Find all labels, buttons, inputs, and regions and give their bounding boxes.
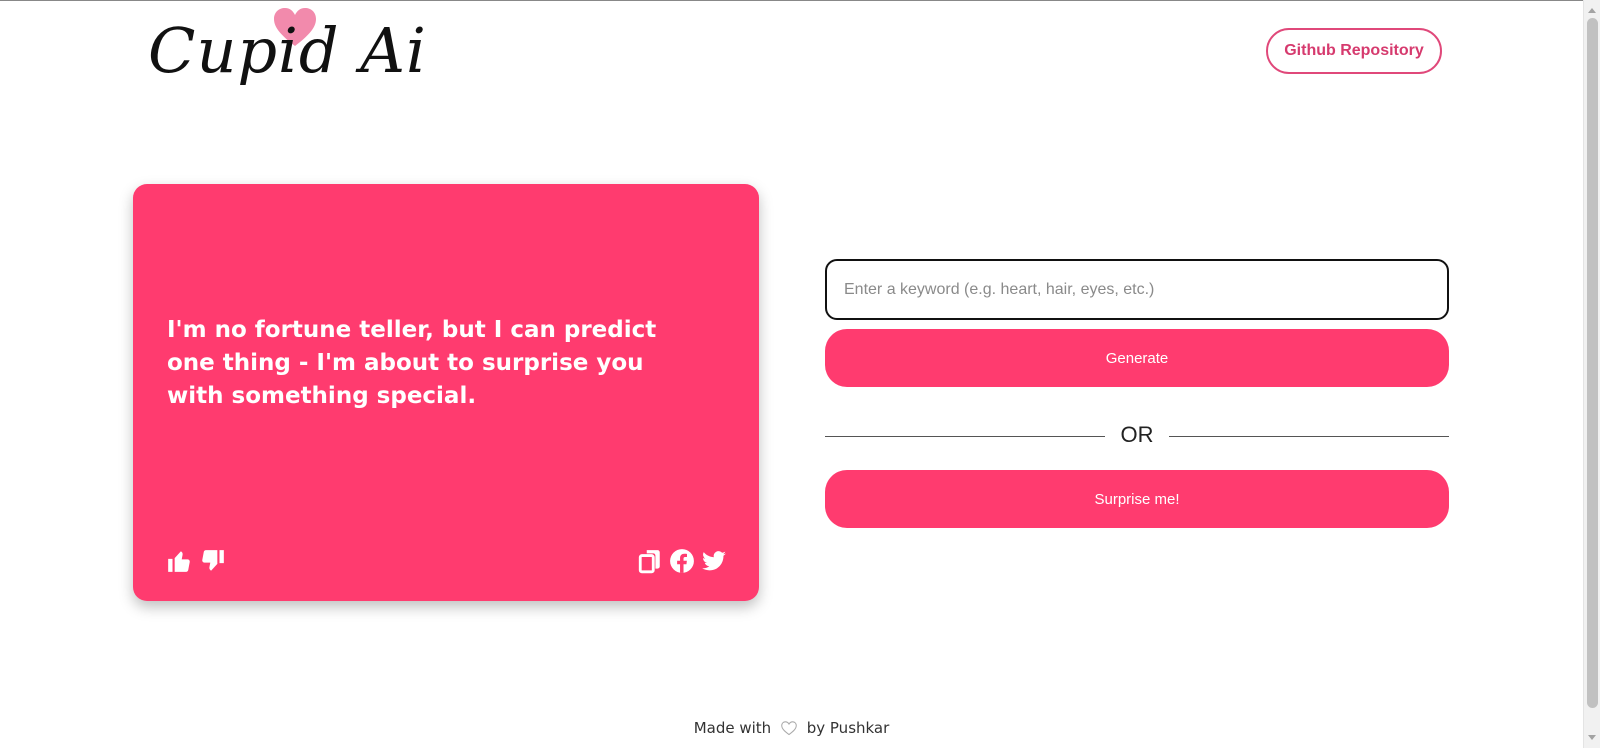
facebook-icon[interactable] (669, 548, 695, 574)
scrollbar-thumb[interactable] (1587, 18, 1598, 708)
thumbs-up-icon[interactable] (166, 548, 192, 574)
heart-outline-icon (781, 721, 797, 736)
footer-made-with: Made with (693, 719, 772, 737)
scroll-down-arrow-icon[interactable] (1588, 735, 1596, 740)
scroll-up-arrow-icon[interactable] (1588, 8, 1596, 13)
cupid-ai-logo[interactable]: Cupid Ai (148, 6, 468, 96)
feedback-icons (166, 548, 226, 574)
window-top-border (0, 0, 1600, 1)
message-card: I'm no fortune teller, but I can predict… (133, 184, 759, 601)
divider-line-right (1169, 436, 1449, 437)
vertical-scrollbar[interactable] (1583, 0, 1600, 748)
footer: Made with by Pushkar (0, 719, 1583, 737)
generated-message: I'm no fortune teller, but I can predict… (167, 317, 657, 409)
logo-text: Cupid Ai (148, 14, 427, 87)
or-text: OR (1120, 422, 1154, 447)
footer-by-author: by Pushkar (806, 719, 890, 737)
surprise-me-button[interactable]: Surprise me! (825, 470, 1449, 528)
generate-button[interactable]: Generate (825, 329, 1449, 387)
copy-icon[interactable] (637, 548, 663, 574)
github-repository-button[interactable]: Github Repository (1266, 28, 1442, 74)
or-divider: OR (825, 420, 1449, 454)
thumbs-down-icon[interactable] (200, 548, 226, 574)
twitter-icon[interactable] (701, 548, 727, 574)
share-icons (637, 548, 727, 574)
keyword-input[interactable] (825, 259, 1449, 320)
